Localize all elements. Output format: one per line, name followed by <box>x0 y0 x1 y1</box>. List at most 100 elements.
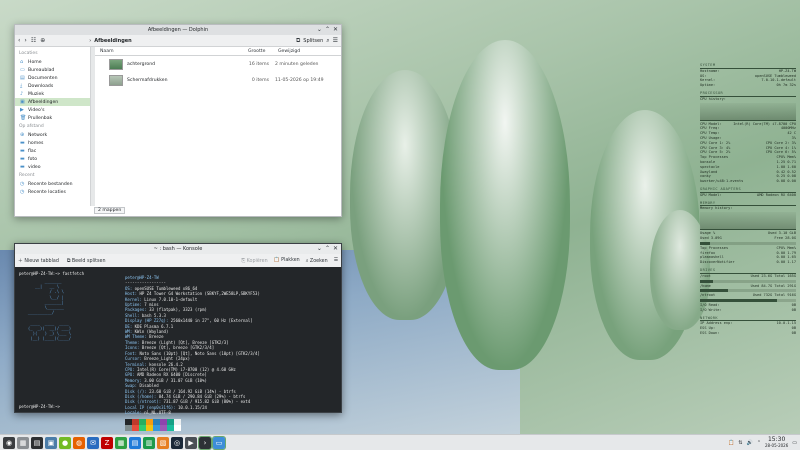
calculator-icon[interactable]: ▣ <box>45 436 57 449</box>
dolphin-icon[interactable]: ▭ <box>212 435 226 450</box>
zoom-icon[interactable]: ⊕ <box>40 37 45 44</box>
spreadsheet-icon[interactable]: ▦ <box>115 436 127 449</box>
clock-date: 28-05-2026 <box>765 442 789 448</box>
paste-button[interactable]: 📋 Plakken <box>274 258 300 263</box>
sidebar-item-prullenbak[interactable]: 🗑 Prullenbak <box>15 114 90 122</box>
terminal-area[interactable]: peter@HP-Z4-TW:~> fastfetch _______ __| … <box>15 267 341 431</box>
forward-icon[interactable]: › <box>24 37 26 44</box>
column-size[interactable]: Grootte <box>243 49 273 54</box>
maximize-icon[interactable]: ⌃ <box>325 245 330 253</box>
conky-monitor: SYSTEM Hostname: HP-Z4-TW OS: openSUSE Tumbl… <box>700 60 796 395</box>
sheets-icon[interactable]: ▥ <box>143 436 155 449</box>
filezilla-icon[interactable]: Z <box>101 436 113 449</box>
thunderbird-icon[interactable]: ✉ <box>87 436 99 449</box>
konsole-titlebar[interactable]: ~ : bash — Konsole ⌄ ⌃ ✕ <box>15 244 341 254</box>
info-key: Host: <box>125 291 140 297</box>
info-value: 33 (flatpak), 3323 (rpm) <box>149 307 207 313</box>
steam-icon[interactable]: ◎ <box>171 436 183 449</box>
copy-button[interactable]: ⎘ Kopiëren <box>241 258 267 264</box>
sidebar-item-video[interactable]: ▬ video <box>15 163 90 171</box>
sidebar-item-afbeeldingen[interactable]: ▣ Afbeeldingen <box>15 98 90 106</box>
firefox-icon[interactable]: ◍ <box>73 436 85 449</box>
clipboard-icon[interactable]: 📋 <box>728 440 734 446</box>
minimize-icon[interactable]: ⌄ <box>317 245 322 253</box>
system-monitor-icon[interactable]: ▤ <box>31 436 43 449</box>
file-name: achtergrond <box>127 61 156 67</box>
digital-clock[interactable]: 15:30 28-05-2026 <box>765 436 789 449</box>
conky-key: Uptime: <box>700 83 716 88</box>
status-text: 2 mappen <box>94 207 126 214</box>
info-key: Shell: <box>125 312 142 318</box>
close-icon[interactable]: ✕ <box>333 245 338 253</box>
dolphin-titlebar[interactable]: Afbeeldingen — Dolphin ⌄ ⌃ ✕ <box>15 25 341 35</box>
recent-files-icon: ◷ <box>20 180 25 187</box>
tray-expand-icon[interactable]: ⌃ <box>757 440 761 446</box>
column-name[interactable]: Naam <box>95 49 243 54</box>
video-editor-icon[interactable]: ▶ <box>185 436 197 449</box>
file-date: 11-05-2026 op 19:49 <box>275 77 324 83</box>
sidebar-item-home[interactable]: ⌂ Home <box>15 58 90 66</box>
opensuse-icon[interactable]: ● <box>59 436 71 449</box>
breadcrumb-current[interactable]: Afbeeldingen <box>94 38 132 44</box>
search-icon[interactable]: ⌕ <box>326 37 329 45</box>
trash-icon: 🗑 <box>20 114 27 121</box>
conky-value: Used 84.7G Total 291G <box>750 283 796 288</box>
sidebar-item-flac[interactable]: ▬ flac <box>15 147 90 155</box>
conky-row: Used 3.09G Free 28.0G <box>700 236 796 241</box>
palette-swatch <box>153 424 160 431</box>
network-icon[interactable]: ⇅ <box>738 440 742 446</box>
app-launcher-icon[interactable]: ◉ <box>3 436 15 449</box>
pager-icon[interactable]: ▦ <box>17 436 29 449</box>
minimize-icon[interactable]: ⌄ <box>317 26 322 34</box>
file-row[interactable]: achtergrond 16 items 2 minuten geleden <box>95 56 341 72</box>
sidebar-item-foto[interactable]: ▬ foto <box>15 155 90 163</box>
conky-row: GPU Model: AMD Radeon RX 6400 <box>700 193 796 198</box>
info-value: 7 mins <box>144 302 159 308</box>
sidebar-item-network[interactable]: ⊕ Network <box>15 131 90 139</box>
info-key: Theme: <box>125 339 142 345</box>
conky-value: 0h 7m 32s <box>776 83 796 88</box>
conky-bar <box>700 279 796 283</box>
show-desktop-icon[interactable]: ▭ <box>792 440 797 446</box>
file-row[interactable]: Schermafdrukken 0 items 11-05-2026 op 19… <box>95 72 341 88</box>
menu-icon[interactable]: ☰ <box>334 258 338 263</box>
color-palette <box>125 424 260 431</box>
sidebar-item-downloads[interactable]: ⤓ Downloads <box>15 82 90 90</box>
sidebar-item-bureaublad[interactable]: ▭ Bureaublad <box>15 66 90 74</box>
find-button[interactable]: ⌕ Zoeken <box>306 258 328 264</box>
conky-value: 0B <box>791 331 796 336</box>
conky-value: Free 28.0G <box>774 235 796 240</box>
palette-swatch <box>139 424 146 431</box>
konsole-toolbar: ＋ Nieuw tabblad ⧉ Beeld splitsen ⎘ Kopië… <box>15 254 341 267</box>
split-button[interactable]: Splitsen <box>303 38 323 44</box>
info-key: OS: <box>125 285 135 291</box>
file-size: 16 items <box>248 61 269 67</box>
terminal-icon[interactable]: › <box>198 435 212 450</box>
sidebar-item-video-s[interactable]: ▶ Video's <box>15 106 90 114</box>
sidebar-item-muziek[interactable]: ♪ Muziek <box>15 90 90 98</box>
split-view-button[interactable]: ⧉ Beeld splitsen <box>67 258 106 264</box>
paste-label: Plakken <box>281 258 300 263</box>
document-icon[interactable]: ▤ <box>129 436 141 449</box>
folder-icon: ▬ <box>20 147 25 154</box>
breadcrumb[interactable]: › Afbeeldingen <box>89 38 132 44</box>
maximize-icon[interactable]: ⌃ <box>325 26 330 34</box>
new-tab-button[interactable]: ＋ Nieuw tabblad <box>18 257 59 264</box>
info-value: 731.87 GiB / 915.82 GiB (80%) - ext4 <box>163 399 251 405</box>
sidebar-item-documenten[interactable]: ▤ Documenten <box>15 74 90 82</box>
back-icon[interactable]: ‹ <box>18 37 20 44</box>
konsole-window[interactable]: ~ : bash — Konsole ⌄ ⌃ ✕ ＋ Nieuw tabblad… <box>14 243 342 431</box>
info-key: Font: <box>125 350 140 356</box>
presentation-icon[interactable]: ▧ <box>157 436 169 449</box>
menu-icon[interactable]: ☰ <box>333 37 338 44</box>
column-modified[interactable]: Gewijzigd <box>273 49 300 54</box>
close-icon[interactable]: ✕ <box>333 26 338 34</box>
sidebar-item-recente-locaties[interactable]: ◷ Recente locaties <box>15 188 90 196</box>
sidebar-item-homes[interactable]: ▬ homes <box>15 139 90 147</box>
view-mode-icon[interactable]: ☷ <box>31 37 36 44</box>
videos-icon: ▶ <box>20 106 24 113</box>
split-icon[interactable]: ⧉ <box>296 37 300 45</box>
dolphin-window[interactable]: Afbeeldingen — Dolphin ⌄ ⌃ ✕ ‹ › ☷ ⊕ › A… <box>14 24 342 217</box>
volume-icon[interactable]: 🔊 <box>747 440 753 446</box>
sidebar-item-recente-bestanden[interactable]: ◷ Recente bestanden <box>15 180 90 188</box>
